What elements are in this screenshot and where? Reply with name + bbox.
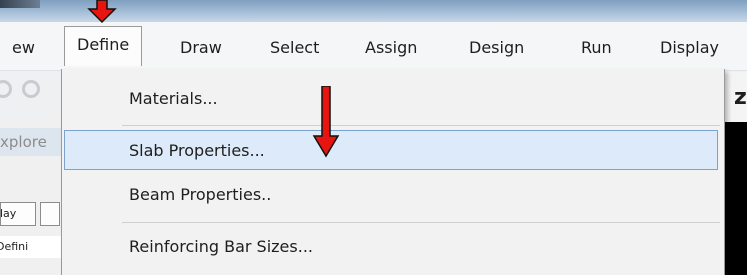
menu-separator: [122, 125, 720, 126]
menu-bar: ew Define Draw Select Assign Design Run …: [0, 22, 747, 71]
tab-next[interactable]: [40, 202, 60, 226]
zoom-icon[interactable]: z: [734, 85, 747, 110]
menu-display[interactable]: Display: [660, 34, 719, 62]
define-dropdown-menu: Materials... Slab Properties... Beam Pro…: [61, 69, 725, 275]
menu-select[interactable]: Select: [270, 34, 319, 62]
menu-item-slab-properties[interactable]: Slab Properties...: [64, 130, 718, 170]
arrow-down-icon: [312, 86, 340, 158]
menu-view[interactable]: ew: [12, 34, 35, 62]
model-explorer-title: xplore: [0, 128, 62, 156]
menu-define[interactable]: Define: [64, 26, 143, 66]
tab-display[interactable]: play: [0, 202, 36, 226]
redo-icon[interactable]: [22, 80, 40, 98]
menu-item-materials[interactable]: Materials...: [62, 79, 724, 119]
tree-item-definitions[interactable]: Defini: [0, 236, 62, 258]
menu-run[interactable]: Run: [581, 34, 612, 62]
arrow-down-icon: [87, 0, 117, 24]
menu-draw[interactable]: Draw: [180, 34, 222, 62]
menu-separator: [122, 222, 720, 223]
titlebar-corner: [0, 0, 40, 8]
menu-assign[interactable]: Assign: [365, 34, 417, 62]
menu-item-beam-properties[interactable]: Beam Properties..: [62, 175, 724, 215]
menu-item-reinforcing-bar-sizes[interactable]: Reinforcing Bar Sizes...: [62, 227, 724, 267]
menu-design[interactable]: Design: [469, 34, 524, 62]
